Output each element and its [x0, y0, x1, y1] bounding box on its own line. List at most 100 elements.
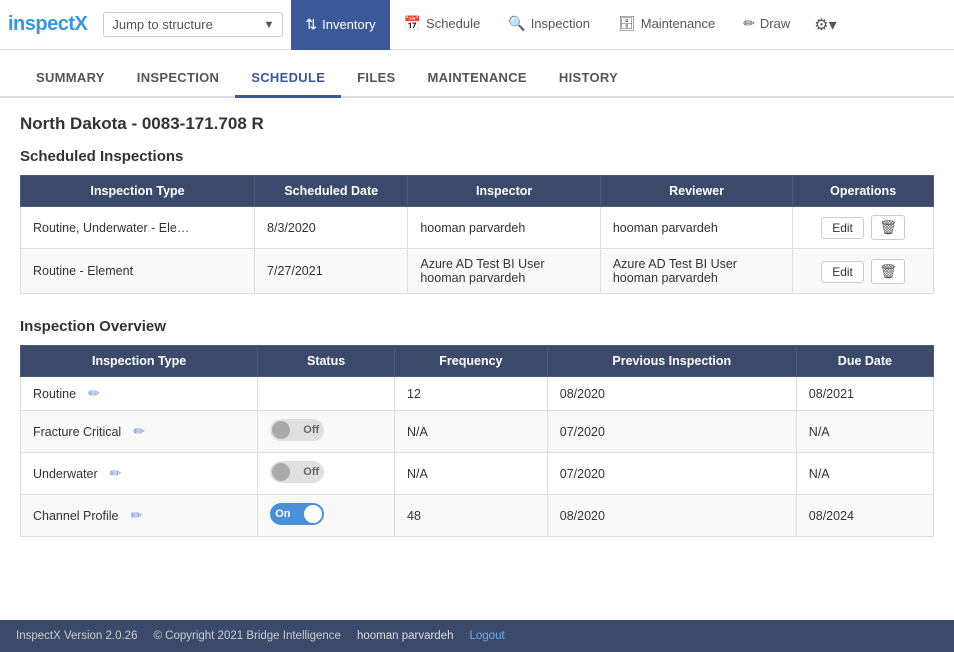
- jump-to-structure-dropdown[interactable]: Jump to structure ▼: [103, 12, 283, 37]
- schedule-icon: 📅: [404, 15, 421, 32]
- inspection-type-cell: Routine ✏: [21, 377, 258, 411]
- scheduled-date-cell: 7/27/2021: [255, 249, 408, 294]
- table-row: Routine, Underwater - Ele… 8/3/2020 hoom…: [21, 207, 934, 249]
- nav-maintenance-label: Maintenance: [641, 16, 715, 31]
- col-header-frequency: Frequency: [395, 346, 548, 377]
- draw-icon: ✏: [743, 15, 755, 32]
- table-row: Fracture Critical ✏ Off N/A 07/2020 N/A: [21, 411, 934, 453]
- due-date-cell: 08/2021: [796, 377, 933, 411]
- inspector-cell: hooman parvardeh: [408, 207, 600, 249]
- edit-pencil-icon[interactable]: ✏: [110, 465, 122, 482]
- chevron-down-icon: ▼: [263, 19, 274, 31]
- tab-schedule[interactable]: SCHEDULE: [235, 62, 341, 98]
- nav-inventory-label: Inventory: [322, 17, 375, 32]
- col-header-operations: Operations: [793, 176, 934, 207]
- inventory-icon: ⇅: [305, 16, 317, 33]
- edit-pencil-icon[interactable]: ✏: [130, 507, 142, 524]
- previous-inspection-cell: 08/2020: [547, 495, 796, 537]
- col-header-inspection-type: Inspection Type: [21, 176, 255, 207]
- underwater-type-label: Underwater: [33, 467, 98, 481]
- status-cell: [258, 377, 395, 411]
- toggle-on-switch[interactable]: On: [270, 503, 324, 525]
- maintenance-icon: 🗄: [618, 15, 636, 32]
- inspection-icon: 🔍: [508, 15, 525, 32]
- table-row: Routine - Element 7/27/2021 Azure AD Tes…: [21, 249, 934, 294]
- table-row: Underwater ✏ Off N/A 07/2020 N/A: [21, 453, 934, 495]
- edit-pencil-icon[interactable]: ✏: [133, 423, 145, 440]
- gear-icon: ⚙▾: [814, 15, 836, 35]
- col-header-due-date: Due Date: [796, 346, 933, 377]
- inspection-type-cell: Channel Profile ✏: [21, 495, 258, 537]
- reviewer-cell: Azure AD Test BI User hooman parvardeh: [600, 249, 792, 294]
- scheduled-date-cell: 8/3/2020: [255, 207, 408, 249]
- nav-item-draw[interactable]: ✏ Draw: [729, 0, 804, 50]
- inspection-type-cell: Fracture Critical ✏: [21, 411, 258, 453]
- footer: InspectX Version 2.0.26 © Copyright 2021…: [0, 620, 954, 652]
- tab-history[interactable]: HISTORY: [543, 62, 634, 98]
- edit-pencil-icon[interactable]: ✏: [88, 385, 100, 402]
- nav-schedule-label: Schedule: [426, 16, 480, 31]
- routine-type-label: Routine: [33, 387, 76, 401]
- footer-version: InspectX Version 2.0.26: [16, 630, 137, 642]
- due-date-cell: N/A: [796, 453, 933, 495]
- toggle-knob: [304, 505, 322, 523]
- edit-button[interactable]: Edit: [821, 261, 864, 283]
- inspection-type-cell: Routine - Element: [21, 249, 255, 294]
- previous-inspection-cell: 07/2020: [547, 453, 796, 495]
- nav-item-schedule[interactable]: 📅 Schedule: [390, 0, 495, 50]
- edit-button[interactable]: Edit: [821, 217, 864, 239]
- page-title: North Dakota - 0083-171.708 R: [20, 114, 934, 134]
- nav-item-maintenance[interactable]: 🗄 Maintenance: [604, 0, 729, 50]
- logo-text: inspectX: [8, 13, 87, 35]
- toggle-knob: [272, 421, 290, 439]
- operations-cell: Edit 🗑: [793, 249, 934, 294]
- footer-user: hooman parvardeh: [357, 630, 454, 642]
- fracture-critical-type-label: Fracture Critical: [33, 425, 121, 439]
- col-header-previous-inspection: Previous Inspection: [547, 346, 796, 377]
- toggle-label: Off: [303, 424, 319, 436]
- inspector-cell: Azure AD Test BI User hooman parvardeh: [408, 249, 600, 294]
- toggle-label: On: [275, 508, 290, 520]
- jump-dropdown-label: Jump to structure: [112, 17, 212, 32]
- status-cell: Off: [258, 411, 395, 453]
- tab-inspection[interactable]: INSPECTION: [121, 62, 235, 98]
- inspector-line1: Azure AD Test BI User: [420, 257, 587, 271]
- toggle-off-switch[interactable]: Off: [270, 419, 324, 441]
- nav-item-inspection[interactable]: 🔍 Inspection: [494, 0, 604, 50]
- top-navigation: inspectX Jump to structure ▼ ⇅ Inventory…: [0, 0, 954, 50]
- delete-button[interactable]: 🗑: [871, 259, 905, 284]
- delete-button[interactable]: 🗑: [871, 215, 905, 240]
- col-header-status: Status: [258, 346, 395, 377]
- tab-files[interactable]: FILES: [341, 62, 411, 98]
- sub-tabs-container: SUMMARY INSPECTION SCHEDULE FILES MAINTE…: [0, 50, 954, 98]
- frequency-cell: N/A: [395, 453, 548, 495]
- previous-inspection-cell: 07/2020: [547, 411, 796, 453]
- logout-button[interactable]: Logout: [470, 630, 505, 642]
- previous-inspection-cell: 08/2020: [547, 377, 796, 411]
- nav-items-container: ⇅ Inventory 📅 Schedule 🔍 Inspection 🗄 Ma…: [291, 0, 946, 50]
- tab-maintenance[interactable]: MAINTENANCE: [412, 62, 543, 98]
- toggle-off-switch[interactable]: Off: [270, 461, 324, 483]
- inspection-overview-table: Inspection Type Status Frequency Previou…: [20, 345, 934, 537]
- col-header-scheduled-date: Scheduled Date: [255, 176, 408, 207]
- tab-summary[interactable]: SUMMARY: [20, 62, 121, 98]
- due-date-cell: 08/2024: [796, 495, 933, 537]
- settings-button[interactable]: ⚙▾: [804, 0, 846, 50]
- nav-inspection-label: Inspection: [531, 16, 590, 31]
- table-row: Routine ✏ 12 08/2020 08/2021: [21, 377, 934, 411]
- col-header-reviewer: Reviewer: [600, 176, 792, 207]
- col-header-inspector: Inspector: [408, 176, 600, 207]
- scheduled-inspections-table: Inspection Type Scheduled Date Inspector…: [20, 175, 934, 294]
- col-header-inspection-type: Inspection Type: [21, 346, 258, 377]
- due-date-cell: N/A: [796, 411, 933, 453]
- status-cell: Off: [258, 453, 395, 495]
- table-row: Channel Profile ✏ On 48 08/2020 08/2024: [21, 495, 934, 537]
- frequency-cell: 12: [395, 377, 548, 411]
- reviewer-line2: hooman parvardeh: [613, 271, 780, 285]
- footer-copyright: © Copyright 2021 Bridge Intelligence: [153, 630, 340, 642]
- frequency-cell: N/A: [395, 411, 548, 453]
- inspection-type-cell: Routine, Underwater - Ele…: [21, 207, 255, 249]
- inspector-line2: hooman parvardeh: [420, 271, 587, 285]
- nav-item-inventory[interactable]: ⇅ Inventory: [291, 0, 389, 50]
- reviewer-cell: hooman parvardeh: [600, 207, 792, 249]
